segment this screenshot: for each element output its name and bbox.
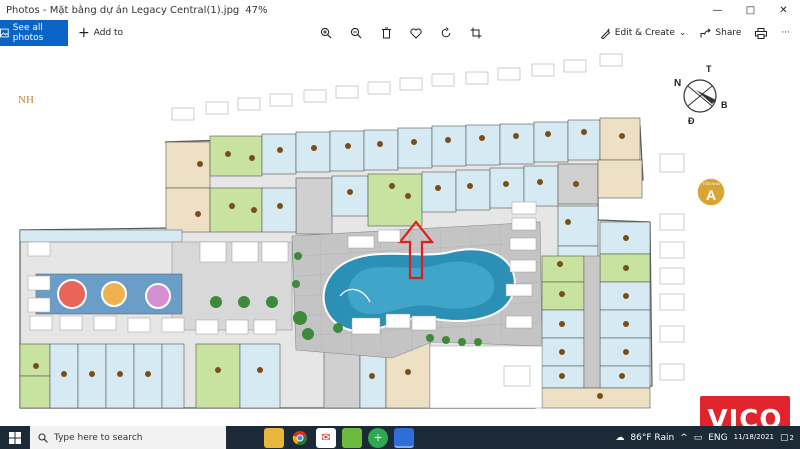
file-explorer-icon[interactable] <box>264 427 284 448</box>
photo-toolbar: See all photos + Add to Edit & Create ⌄ <box>0 20 800 46</box>
search-placeholder: Type here to search <box>54 432 143 443</box>
title-bar: Photos - Mặt bằng dự án Legacy Central(1… <box>0 0 800 20</box>
compass: N T B Đ <box>674 64 728 126</box>
close-button[interactable]: ✕ <box>767 0 800 20</box>
right-tools: Edit & Create ⌄ Share ··· <box>600 20 800 46</box>
clock-date: 11/18/2021 <box>733 433 775 441</box>
see-all-photos-button[interactable]: See all photos <box>0 20 68 46</box>
notification-count: 2 <box>789 433 794 442</box>
weather-icon[interactable]: ☁ <box>615 433 624 443</box>
favorite-icon[interactable] <box>408 25 424 41</box>
zoom-in-icon[interactable] <box>318 25 334 41</box>
taskbar-search[interactable]: Type here to search <box>30 426 226 449</box>
view-tools <box>318 20 484 46</box>
compass-d: Đ <box>688 116 695 126</box>
share-button[interactable]: Share <box>700 27 742 39</box>
minimize-button[interactable]: — <box>701 0 734 20</box>
edit-create-label: Edit & Create <box>614 28 675 38</box>
delete-icon[interactable] <box>378 25 394 41</box>
compass-b: B <box>721 100 728 110</box>
floor-plan-image: NH N T B Đ TÒA NHÀ A <box>18 53 728 409</box>
photos-app-icon[interactable] <box>394 427 414 448</box>
share-label: Share <box>715 28 742 38</box>
playground-ring-3 <box>145 283 171 309</box>
add-icon[interactable]: + <box>368 427 388 448</box>
taskbar: Type here to search ✉ + ☁ 86°F Rain ^ ▭ … <box>0 426 800 449</box>
badge-label: TÒA NHÀ <box>702 181 720 186</box>
window-title: Photos - Mặt bằng dự án Legacy Central(1… <box>0 5 701 16</box>
badge-letter: A <box>706 187 716 203</box>
edit-create-icon <box>600 28 611 39</box>
plan-corner-text: NH <box>18 94 34 106</box>
plus-icon: + <box>78 25 90 41</box>
zoom-out-icon[interactable] <box>348 25 364 41</box>
image-viewer[interactable]: NH N T B Đ TÒA NHÀ A <box>0 46 800 426</box>
search-icon <box>38 432 48 443</box>
playground-ring-2 <box>101 281 127 307</box>
chrome-icon[interactable] <box>290 428 310 448</box>
maximize-button[interactable]: □ <box>734 0 767 20</box>
share-icon <box>700 27 712 37</box>
notifications-icon[interactable]: ▢ 2 <box>780 433 794 443</box>
see-all-photos-label: See all photos <box>12 23 44 43</box>
title-separator: - <box>39 4 50 16</box>
rotate-icon[interactable] <box>438 25 454 41</box>
weather-text[interactable]: 86°F Rain <box>630 433 674 443</box>
more-options-button[interactable]: ··· <box>781 28 790 38</box>
playground-ring-1 <box>57 279 87 309</box>
network-icon[interactable]: ▭ <box>694 433 703 443</box>
add-to-button[interactable]: + Add to <box>78 26 123 40</box>
print-button[interactable] <box>755 27 768 39</box>
compass-t: T <box>706 64 712 74</box>
store-icon[interactable] <box>342 427 362 448</box>
language-indicator[interactable]: ENG <box>708 433 727 443</box>
edit-create-button[interactable]: Edit & Create ⌄ <box>600 28 687 39</box>
system-tray: ☁ 86°F Rain ^ ▭ ENG 11/18/2021 ▢ 2 <box>615 426 800 449</box>
chevron-up-icon[interactable]: ^ <box>680 433 688 443</box>
more-icon: ··· <box>781 28 790 38</box>
zoom-level: 47% <box>245 4 268 16</box>
windows-icon <box>9 431 21 444</box>
chevron-down-icon: ⌄ <box>678 28 687 38</box>
file-name: Mặt bằng dự án Legacy Central(1).jpg <box>49 4 240 16</box>
mail-icon[interactable]: ✉ <box>316 427 336 448</box>
print-icon <box>755 27 768 39</box>
compass-n: N <box>674 78 681 89</box>
start-button[interactable] <box>0 426 30 449</box>
clock[interactable]: 11/18/2021 <box>734 433 774 442</box>
add-to-label: Add to <box>93 28 124 38</box>
crop-icon[interactable] <box>468 25 484 41</box>
app-name: Photos <box>6 4 40 16</box>
pinned-apps: ✉ + <box>264 427 414 448</box>
photos-icon <box>0 28 9 38</box>
building-badge: TÒA NHÀ A <box>696 177 726 207</box>
